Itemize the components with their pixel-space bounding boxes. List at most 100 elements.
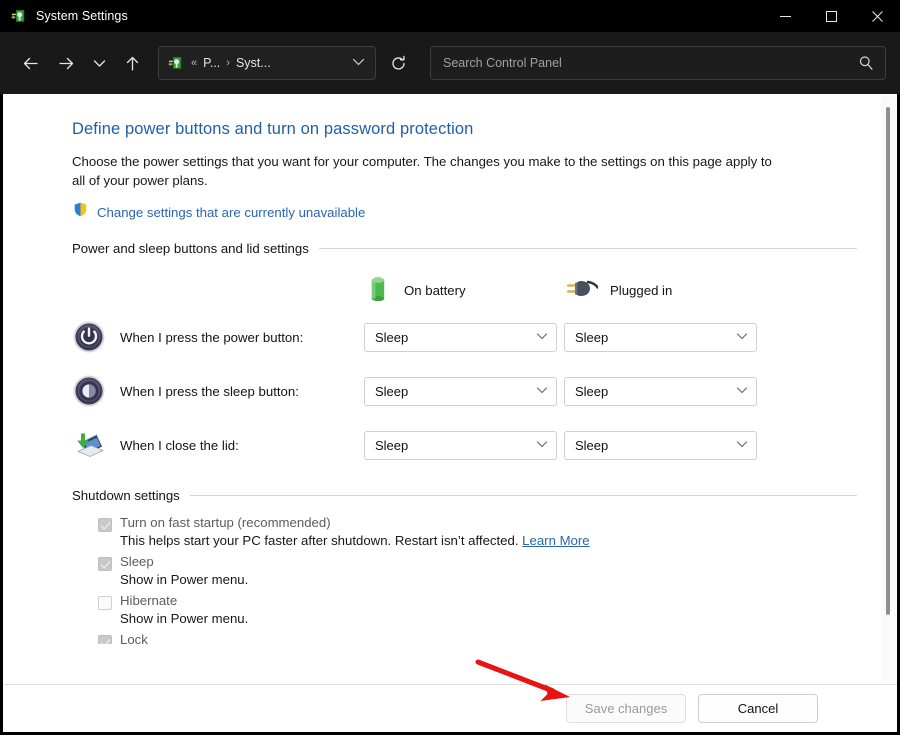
close-button[interactable] — [854, 0, 900, 32]
lock-option-label: Lock — [120, 632, 148, 644]
chevron-down-icon — [736, 384, 748, 399]
page-description: Choose the power settings that you want … — [72, 152, 782, 190]
hibernate-description: Show in Power menu. — [120, 611, 857, 626]
close-lid-plugged-in-value: Sleep — [575, 438, 736, 453]
scrollbar-thumb[interactable] — [886, 107, 890, 615]
fast-startup-checkbox[interactable] — [98, 518, 112, 532]
shield-icon — [72, 201, 89, 223]
search-input[interactable] — [443, 56, 857, 70]
save-changes-button[interactable]: Save changes — [566, 694, 686, 723]
checkbox-row-sleep[interactable]: Sleep — [98, 554, 857, 571]
breadcrumb-separator: › — [226, 57, 230, 69]
section-divider — [319, 248, 857, 249]
setting-row-close-lid-label: When I close the lid: — [120, 438, 239, 453]
refresh-button[interactable] — [380, 46, 416, 80]
minimize-button[interactable] — [762, 0, 808, 32]
setting-row-power-button: When I press the power button: Sleep — [72, 310, 857, 364]
setting-row-close-lid: When I close the lid: Sleep — [72, 418, 857, 472]
sleep-checkbox[interactable] — [98, 557, 112, 571]
settings-page: Define power buttons and turn on passwor… — [3, 94, 897, 732]
close-lid-plugged-in-dropdown[interactable]: Sleep — [564, 431, 757, 460]
address-chevron-down-icon[interactable] — [346, 55, 371, 71]
power-plug-icon — [564, 276, 598, 305]
power-button-icon — [72, 320, 106, 354]
power-button-plugged-in-value: Sleep — [575, 330, 736, 345]
power-button-on-battery-cell: Sleep — [364, 323, 564, 352]
sleep-description: Show in Power menu. — [120, 572, 857, 587]
setting-row-close-lid-label-cell: When I close the lid: — [72, 428, 364, 462]
setting-row-power-button-label-cell: When I press the power button: — [72, 320, 364, 354]
system-settings-window: System Settings — [0, 0, 900, 735]
checkbox-row-hibernate[interactable]: Hibernate — [98, 593, 857, 610]
chevron-down-icon — [536, 438, 548, 453]
footer-button-bar: Save changes Cancel — [3, 684, 897, 732]
sleep-button-plugged-in-cell: Sleep — [564, 377, 774, 406]
system-settings-icon — [11, 8, 27, 24]
section-divider — [190, 495, 857, 496]
chevron-down-icon — [736, 330, 748, 345]
breadcrumb-overflow[interactable]: « — [191, 57, 197, 69]
power-section-heading: Power and sleep buttons and lid settings — [72, 241, 857, 256]
chevron-down-icon — [536, 330, 548, 345]
learn-more-link[interactable]: Learn More — [522, 533, 589, 548]
setting-row-sleep-button-label: When I press the sleep button: — [120, 384, 299, 399]
close-lid-icon — [72, 428, 106, 462]
column-header-plugged-in-label: Plugged in — [610, 283, 672, 298]
search-icon[interactable] — [857, 55, 875, 71]
sleep-button-on-battery-value: Sleep — [375, 384, 536, 399]
power-section-label: Power and sleep buttons and lid settings — [72, 241, 309, 256]
sleep-button-plugged-in-dropdown[interactable]: Sleep — [564, 377, 757, 406]
checkbox-row-lock[interactable]: Lock — [98, 632, 857, 644]
checkbox-row-fast-startup[interactable]: Turn on fast startup (recommended) — [98, 515, 857, 532]
sleep-button-on-battery-dropdown[interactable]: Sleep — [364, 377, 557, 406]
page-title: Define power buttons and turn on passwor… — [72, 120, 857, 139]
column-headers: On battery — [72, 270, 857, 310]
window-title: System Settings — [36, 9, 128, 23]
hibernate-option-label: Hibernate — [120, 593, 177, 608]
power-button-on-battery-dropdown[interactable]: Sleep — [364, 323, 557, 352]
shutdown-options-list: Turn on fast startup (recommended) This … — [72, 515, 857, 644]
lock-checkbox[interactable] — [98, 635, 112, 644]
cancel-button[interactable]: Cancel — [698, 694, 818, 723]
back-button[interactable] — [12, 46, 48, 80]
breadcrumb-item-1[interactable]: Syst... — [236, 56, 271, 70]
breadcrumb-item-0[interactable]: P... — [203, 56, 220, 70]
power-button-on-battery-value: Sleep — [375, 330, 536, 345]
close-lid-on-battery-cell: Sleep — [364, 431, 564, 460]
title-bar: System Settings — [0, 0, 900, 32]
vertical-scrollbar[interactable] — [881, 96, 896, 682]
up-button[interactable] — [114, 46, 150, 80]
shutdown-section-label: Shutdown settings — [72, 488, 180, 503]
setting-row-sleep-button: When I press the sleep button: Sleep — [72, 364, 857, 418]
shutdown-section-heading: Shutdown settings — [72, 488, 857, 503]
forward-button[interactable] — [48, 46, 84, 80]
scroll-area: Define power buttons and turn on passwor… — [3, 94, 897, 684]
maximize-button[interactable] — [808, 0, 854, 32]
column-header-plugged-in: Plugged in — [564, 276, 774, 305]
setting-row-power-button-label: When I press the power button: — [120, 330, 303, 345]
battery-icon — [364, 274, 392, 307]
recent-locations-button[interactable] — [84, 46, 114, 80]
chevron-down-icon — [536, 384, 548, 399]
control-panel-icon — [168, 55, 184, 71]
chevron-down-icon — [736, 438, 748, 453]
setting-row-sleep-button-label-cell: When I press the sleep button: — [72, 374, 364, 408]
content-area: Define power buttons and turn on passwor… — [0, 94, 900, 735]
column-header-on-battery: On battery — [364, 274, 564, 307]
sleep-option-label: Sleep — [120, 554, 154, 569]
close-lid-on-battery-value: Sleep — [375, 438, 536, 453]
hibernate-checkbox[interactable] — [98, 596, 112, 610]
change-settings-link-row[interactable]: Change settings that are currently unava… — [72, 201, 857, 223]
close-lid-plugged-in-cell: Sleep — [564, 431, 774, 460]
change-settings-link[interactable]: Change settings that are currently unava… — [97, 205, 365, 220]
address-bar[interactable]: « P... › Syst... — [158, 46, 376, 80]
navigation-toolbar: « P... › Syst... — [0, 32, 900, 94]
fast-startup-label: Turn on fast startup (recommended) — [120, 515, 331, 530]
search-box[interactable] — [430, 46, 886, 80]
power-button-plugged-in-dropdown[interactable]: Sleep — [564, 323, 757, 352]
column-header-on-battery-label: On battery — [404, 283, 466, 298]
caption-buttons — [762, 0, 900, 32]
close-lid-on-battery-dropdown[interactable]: Sleep — [364, 431, 557, 460]
breadcrumb: « P... › Syst... — [191, 56, 346, 70]
fast-startup-description-text: This helps start your PC faster after sh… — [120, 533, 519, 548]
